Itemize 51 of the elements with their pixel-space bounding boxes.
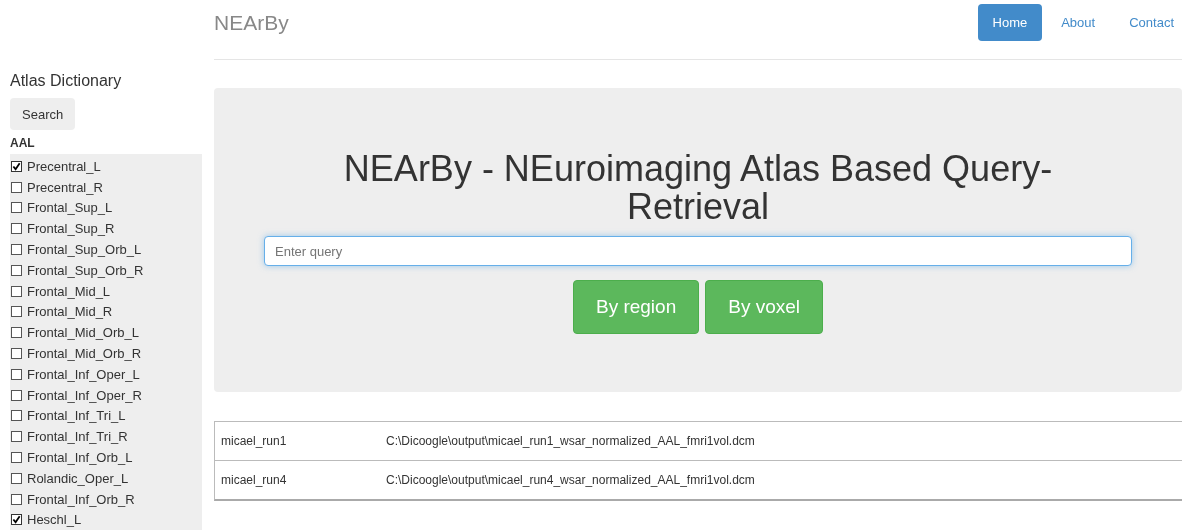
checkbox[interactable]	[11, 514, 22, 526]
checkbox[interactable]	[11, 368, 22, 380]
atlas-label: AAL	[10, 136, 36, 152]
region-label: Precentral_R	[27, 179, 103, 195]
brand-title[interactable]: NEArBy	[214, 10, 289, 35]
region-label: Rolandic_Oper_L	[27, 470, 129, 486]
checkbox[interactable]	[11, 223, 22, 235]
hero-title: NEArBy - NEuroimaging Atlas Based Query-Retrieval	[342, 150, 1054, 226]
region-label: Heschl_L	[27, 512, 82, 528]
checkbox[interactable]	[11, 493, 22, 505]
region-label: Frontal_Inf_Orb_L	[27, 450, 133, 466]
checkbox[interactable]	[11, 452, 22, 464]
region-label: Frontal_Mid_L	[27, 283, 111, 299]
region-label: Frontal_Inf_Tri_L	[27, 408, 126, 424]
region-label: Frontal_Mid_Orb_R	[27, 346, 142, 362]
checkbox[interactable]	[11, 389, 22, 401]
checkbox[interactable]	[11, 202, 22, 214]
checkbox[interactable]	[11, 285, 22, 297]
sidebar-title: Atlas Dictionary	[10, 71, 123, 91]
checkbox[interactable]	[11, 431, 22, 443]
search-button[interactable]: Search	[10, 98, 76, 130]
table-cell: C:\Dicoogle\output\micael_run4_wsar_normalized_AAL_fmri1vol.dcm	[386, 473, 755, 487]
search-mode-button[interactable]: By voxel	[705, 280, 824, 334]
table-cell-text: micael_run1	[220, 434, 288, 448]
region-label: Frontal_Sup_Orb_R	[27, 262, 144, 278]
checkbox[interactable]	[11, 306, 22, 318]
region-label: Frontal_Inf_Tri_R	[27, 429, 128, 445]
table-cell: C:\Dicoogle\output\micael_run1_wsar_normalized_AAL_fmri1vol.dcm	[386, 434, 755, 448]
region-label: Frontal_Sup_Orb_L	[27, 242, 142, 258]
region-label: Frontal_Sup_R	[27, 221, 115, 237]
region-label: Frontal_Inf_Oper_L	[27, 366, 140, 382]
region-label: Frontal_Sup_L	[27, 200, 113, 216]
region-label: Frontal_Mid_R	[27, 304, 113, 320]
checkbox[interactable]	[11, 327, 22, 339]
query-field[interactable]: Enter query	[264, 236, 1132, 266]
checkbox[interactable]	[11, 181, 22, 193]
checkbox[interactable]	[11, 410, 22, 422]
checkbox[interactable]	[11, 244, 22, 256]
table-cell-text: micael_run4	[220, 473, 288, 487]
nav-link[interactable]: Contact	[1114, 4, 1182, 41]
checkbox[interactable]	[11, 160, 22, 172]
region-label: Frontal_Inf_Orb_R	[27, 491, 135, 507]
region-label: Precentral_L	[27, 158, 101, 174]
checkbox[interactable]	[11, 348, 22, 360]
region-label: Frontal_Inf_Oper_R	[27, 387, 142, 403]
region-label: Frontal_Mid_Orb_L	[27, 325, 139, 341]
search-mode-button[interactable]: By region	[572, 280, 700, 334]
nav-link[interactable]: Home	[977, 4, 1043, 41]
checkbox[interactable]	[11, 472, 22, 484]
nav-link[interactable]: About	[1046, 4, 1111, 41]
checkbox[interactable]	[11, 264, 22, 276]
